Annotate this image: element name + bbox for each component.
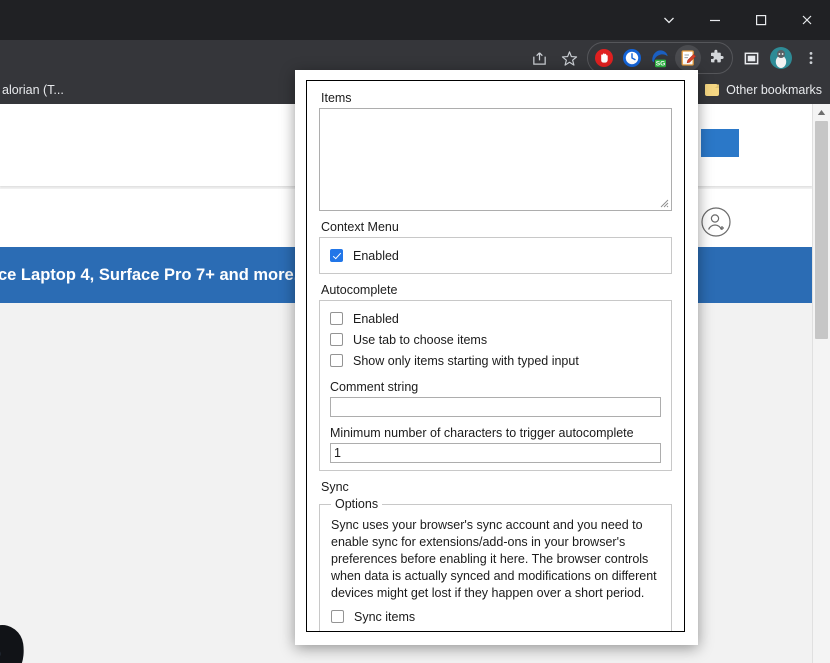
dialog-content: Items Context Menu Enabled Autocomp (307, 81, 684, 632)
context-menu-enabled-row[interactable]: Enabled (330, 245, 661, 266)
sync-description: Sync uses your browser's sync account an… (331, 517, 660, 602)
comment-string-label: Comment string (330, 380, 661, 394)
folder-icon (705, 84, 719, 96)
autocomplete-startswith-row[interactable]: Show only items starting with typed inpu… (330, 350, 661, 371)
context-menu-enabled-checkbox[interactable] (330, 249, 343, 262)
puzzle-extensions-icon[interactable] (703, 45, 729, 71)
items-section-label: Items (321, 91, 672, 105)
sync-section-label: Sync (321, 480, 672, 494)
dialog-panel: Items Context Menu Enabled Autocomp (306, 80, 685, 632)
autocomplete-startswith-label: Show only items starting with typed inpu… (353, 354, 579, 368)
minimize-button[interactable] (692, 3, 738, 37)
autocomplete-enabled-checkbox[interactable] (330, 312, 343, 325)
notes-edit-icon[interactable] (675, 45, 701, 71)
comment-string-input[interactable] (330, 397, 661, 417)
sync-options-fieldset: Options Sync uses your browser's sync ac… (319, 497, 672, 632)
split-screen-icon[interactable] (736, 43, 766, 73)
profile-avatar[interactable] (766, 43, 796, 73)
promo-banner-text: ce Laptop 4, Surface Pro 7+ and more. S (0, 266, 314, 285)
scrollbar-thumb[interactable] (815, 121, 828, 339)
autocomplete-group: Enabled Use tab to choose items Show onl… (319, 300, 672, 471)
maximize-button[interactable] (738, 3, 784, 37)
tab-title[interactable]: alorian (T... (0, 76, 64, 104)
autocomplete-tab-row[interactable]: Use tab to choose items (330, 329, 661, 350)
autocomplete-tab-checkbox[interactable] (330, 333, 343, 346)
other-bookmarks-button[interactable]: Other bookmarks (705, 76, 822, 104)
product-image (0, 622, 27, 663)
sync-items-label: Sync items (354, 610, 415, 624)
sync-items-checkbox[interactable] (331, 610, 344, 623)
scroll-up-arrow-icon[interactable] (813, 104, 830, 121)
resize-grip-icon[interactable] (658, 197, 669, 208)
autocomplete-enabled-label: Enabled (353, 312, 399, 326)
min-chars-input[interactable] (330, 443, 661, 463)
svg-text:SG: SG (656, 61, 666, 68)
page-scrollbar[interactable] (812, 104, 830, 663)
sync-items-row[interactable]: Sync items (331, 606, 660, 627)
site-cta-button[interactable] (701, 129, 739, 157)
share-icon[interactable] (524, 43, 554, 73)
min-chars-label: Minimum number of characters to trigger … (330, 426, 661, 440)
extension-options-dialog: Items Context Menu Enabled Autocomp (295, 70, 698, 645)
clock-history-icon[interactable] (619, 45, 645, 71)
adblock-stop-icon[interactable] (591, 45, 617, 71)
other-bookmarks-label: Other bookmarks (726, 83, 822, 97)
context-menu-section-label: Context Menu (321, 220, 672, 234)
autocomplete-enabled-row[interactable]: Enabled (330, 308, 661, 329)
autocomplete-tab-label: Use tab to choose items (353, 333, 487, 347)
close-button[interactable] (784, 3, 830, 37)
autocomplete-startswith-checkbox[interactable] (330, 354, 343, 367)
tab-search-button[interactable] (646, 3, 692, 37)
autocomplete-section-label: Autocomplete (321, 283, 672, 297)
bookmark-star-icon[interactable] (554, 43, 584, 73)
context-menu-enabled-label: Enabled (353, 249, 399, 263)
browser-window: SG (0, 0, 830, 663)
tab-strip (0, 0, 830, 40)
edge-sg-icon[interactable]: SG (647, 45, 673, 71)
window-controls (646, 0, 830, 40)
person-add-icon[interactable] (700, 206, 732, 238)
browser-menu-icon[interactable] (796, 43, 826, 73)
items-textarea[interactable] (319, 108, 672, 211)
context-menu-group: Enabled (319, 237, 672, 274)
sync-options-legend: Options (331, 497, 382, 511)
